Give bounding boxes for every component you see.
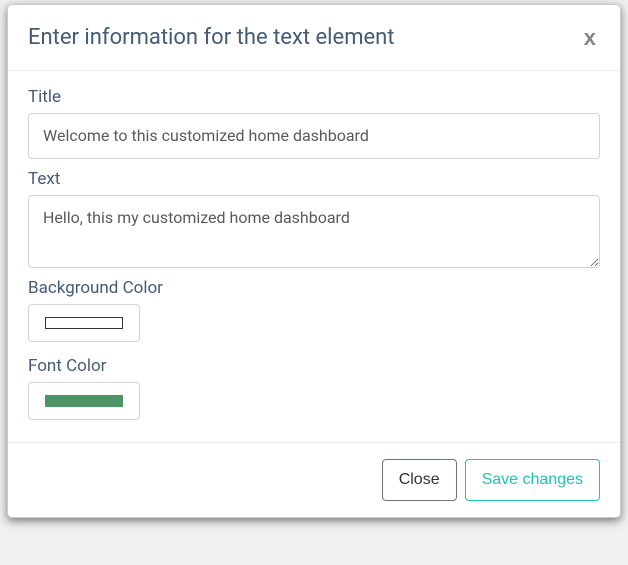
bg-color-swatch bbox=[45, 317, 123, 329]
close-button[interactable]: Close bbox=[382, 459, 457, 501]
close-icon[interactable]: x bbox=[580, 27, 600, 49]
title-group: Title bbox=[28, 87, 600, 159]
bg-color-label: Background Color bbox=[28, 278, 600, 298]
font-color-group: Font Color bbox=[28, 356, 600, 424]
bg-color-group: Background Color bbox=[28, 278, 600, 346]
font-color-picker[interactable] bbox=[28, 382, 140, 420]
modal-body: Title Text Background Color Font Color bbox=[8, 71, 620, 442]
modal-header: Enter information for the text element x bbox=[8, 5, 620, 71]
modal-footer: Close Save changes bbox=[8, 442, 620, 517]
modal-title: Enter information for the text element bbox=[28, 21, 395, 54]
text-group: Text bbox=[28, 169, 600, 268]
text-input[interactable] bbox=[28, 195, 600, 268]
text-element-modal: Enter information for the text element x… bbox=[7, 4, 621, 518]
title-input[interactable] bbox=[28, 113, 600, 159]
font-color-label: Font Color bbox=[28, 356, 600, 376]
title-label: Title bbox=[28, 87, 600, 107]
save-button[interactable]: Save changes bbox=[465, 459, 600, 501]
font-color-swatch bbox=[45, 395, 123, 407]
text-label: Text bbox=[28, 169, 600, 189]
bg-color-picker[interactable] bbox=[28, 304, 140, 342]
